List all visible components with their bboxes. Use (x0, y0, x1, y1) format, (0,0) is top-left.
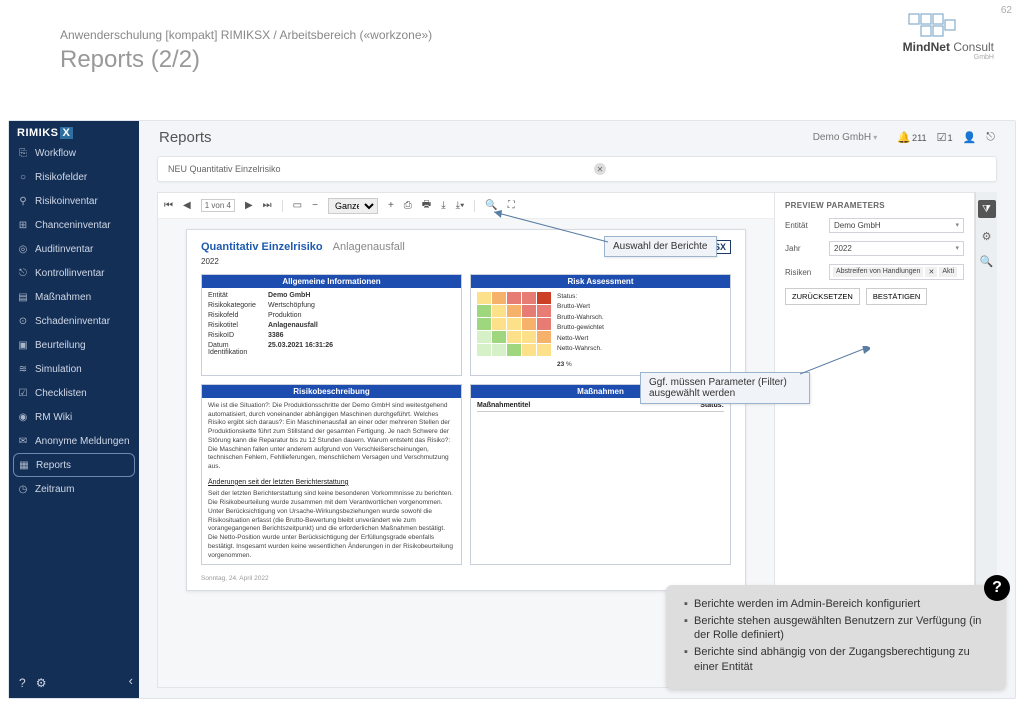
search-icon[interactable]: 🔍 (485, 200, 497, 211)
sidebar: RIMIKSX ⎘Workflow○Risikofelder⚲Risikoinv… (9, 121, 139, 698)
info-item: Berichte sind abhängig von der Zugangsbe… (684, 645, 992, 674)
sidebar-item-anonyme-meldungen[interactable]: ✉Anonyme Meldungen (9, 429, 139, 453)
callout-params: Ggf. müssen Parameter (Filter) ausgewähl… (640, 372, 810, 404)
nav-icon: ○ (17, 171, 29, 183)
zoom-select[interactable]: Ganze S… (328, 198, 378, 214)
report-select-value: NEU Quantitativ Einzelrisiko (168, 164, 281, 174)
export-alt-icon[interactable]: ⤓▾ (456, 200, 465, 211)
box-description: Risikobeschreibung Wie ist die Situation… (201, 384, 462, 566)
gear-icon[interactable]: ⚙ (982, 230, 992, 243)
viewer-toolbar: ⏮ ◀ 1 von 4 ▶ ⏭ ▭ − Ganze S… + ⎙ 🖶 ⤓ ⤓▾ … (158, 193, 774, 219)
nav-icon: ▦ (18, 459, 30, 471)
reset-button[interactable]: ZURÜCKSETZEN (785, 288, 860, 305)
sidebar-item-simulation[interactable]: ≋Simulation (9, 357, 139, 381)
nav-icon: ▤ (17, 291, 29, 303)
sidebar-item-chanceninventar[interactable]: ⊞Chanceninventar (9, 213, 139, 237)
app-logo: RIMIKSX (9, 121, 139, 141)
logout-icon[interactable]: ⎋ (986, 131, 995, 144)
params-heading: PREVIEW PARAMETERS (785, 201, 964, 210)
entity-dropdown[interactable]: Demo GmbH (813, 132, 878, 143)
breadcrumb: Anwenderschulung [kompakt] RIMIKSX / Arb… (60, 28, 964, 42)
page-indicator[interactable]: 1 von 4 (201, 199, 235, 212)
quick-print-icon[interactable]: 🖶 (422, 197, 431, 214)
last-page-icon[interactable]: ⏭ (263, 200, 272, 211)
report-year: 2022 (201, 257, 731, 266)
sidebar-item-schadeninventar[interactable]: ⊙Schadeninventar (9, 309, 139, 333)
sidebar-item-zeitraum[interactable]: ◷Zeitraum (9, 477, 139, 501)
info-box: ? Berichte werden im Admin-Bereich konfi… (666, 585, 1006, 689)
confirm-button[interactable]: BESTÄTIGEN (866, 288, 928, 305)
info-item: Berichte werden im Admin-Bereich konfigu… (684, 597, 992, 611)
sidebar-item-kontrollinventar[interactable]: ⎋Kontrollinventar (9, 261, 139, 285)
nav-icon: ✉ (17, 435, 29, 447)
sidebar-footer: ? ⚙ (9, 668, 139, 698)
box-measures: Maßnahmen Maßnahmentitel Status: (470, 384, 731, 566)
risk-matrix (477, 292, 551, 356)
sidebar-item-reports[interactable]: ▦Reports (13, 453, 135, 477)
slide-header: Anwenderschulung [kompakt] RIMIKSX / Arb… (0, 0, 1024, 84)
slide-title: Reports (2/2) (60, 46, 964, 74)
fullscreen-icon[interactable]: ⛶ (508, 200, 515, 211)
bell-icon[interactable]: 🔔211 (897, 131, 926, 144)
first-page-icon[interactable]: ⏮ (164, 200, 173, 211)
nav-icon: ⊞ (17, 219, 29, 231)
box-risk-assessment: Risk Assessment (470, 274, 731, 376)
nav-icon: ◎ (17, 243, 29, 255)
page-title: Reports (159, 129, 212, 146)
brand-logo: MindNet ConsultGmbH (903, 10, 994, 61)
param-risks[interactable]: Abstreifen von Handlungen✕Akti (829, 264, 964, 280)
prev-page-icon[interactable]: ◀ (183, 200, 191, 211)
report-title: Quantitativ Einzelrisiko (201, 241, 323, 253)
nav-icon: ⎘ (17, 147, 29, 159)
next-page-icon[interactable]: ▶ (245, 200, 253, 211)
zoom-in-icon[interactable]: + (388, 200, 394, 211)
sidebar-item-workflow[interactable]: ⎘Workflow (9, 141, 139, 165)
report-footer-date: Sonntag, 24. April 2022 (201, 575, 731, 582)
sidebar-item-checklisten[interactable]: ☑Checklisten (9, 381, 139, 405)
collapse-icon[interactable]: ‹ (129, 673, 133, 688)
param-year-select[interactable]: 2022 (829, 241, 964, 256)
sidebar-item-auditinventar[interactable]: ◎Auditinventar (9, 237, 139, 261)
report-subtitle: Anlagenausfall (333, 241, 405, 253)
print-icon[interactable]: ⎙ (404, 200, 412, 211)
nav-icon: ≋ (17, 363, 29, 375)
single-page-icon[interactable]: ▭ (293, 200, 302, 211)
search-icon[interactable]: 🔍 (980, 255, 994, 268)
callout-report-select: Auswahl der Berichte (604, 236, 717, 257)
funnel-icon[interactable]: ⧩ (978, 200, 996, 218)
nav-icon: ◉ (17, 411, 29, 423)
clear-icon[interactable]: ✕ (594, 163, 606, 175)
zoom-out-icon[interactable]: − (312, 200, 318, 211)
report-page: Quantitativ Einzelrisiko Anlagenausfall … (186, 229, 746, 591)
param-entity-select[interactable]: Demo GmbH (829, 218, 964, 233)
nav-icon: ▣ (17, 339, 29, 351)
report-select[interactable]: NEU Quantitativ Einzelrisiko ✕ (157, 156, 997, 182)
sidebar-item-rm-wiki[interactable]: ◉RM Wiki (9, 405, 139, 429)
gear-icon[interactable]: ⚙ (36, 676, 47, 690)
help-icon[interactable]: ? (19, 676, 26, 690)
tasks-icon[interactable]: ☑1 (937, 131, 953, 144)
info-item: Berichte stehen ausgewählten Benutzern z… (684, 614, 992, 643)
nav-icon: ◷ (17, 483, 29, 495)
sidebar-item-risikofelder[interactable]: ○Risikofelder (9, 165, 139, 189)
nav-icon: ⎋ (17, 267, 29, 279)
sidebar-item-risikoinventar[interactable]: ⚲Risikoinventar (9, 189, 139, 213)
sidebar-item-beurteilung[interactable]: ▣Beurteilung (9, 333, 139, 357)
sidebar-item-ma-nahmen[interactable]: ▤Maßnahmen (9, 285, 139, 309)
slide-number: 62 (1001, 5, 1012, 16)
nav-icon: ⊙ (17, 315, 29, 327)
nav-icon: ⚲ (17, 195, 29, 207)
nav-icon: ☑ (17, 387, 29, 399)
export-icon[interactable]: ⤓ (441, 200, 445, 211)
user-icon[interactable]: 👤 (963, 131, 977, 144)
box-general: Allgemeine Informationen EntitätDemo Gmb… (201, 274, 462, 376)
topbar: Reports Demo GmbH 🔔211 ☑1 👤 ⎋ (139, 121, 1015, 150)
